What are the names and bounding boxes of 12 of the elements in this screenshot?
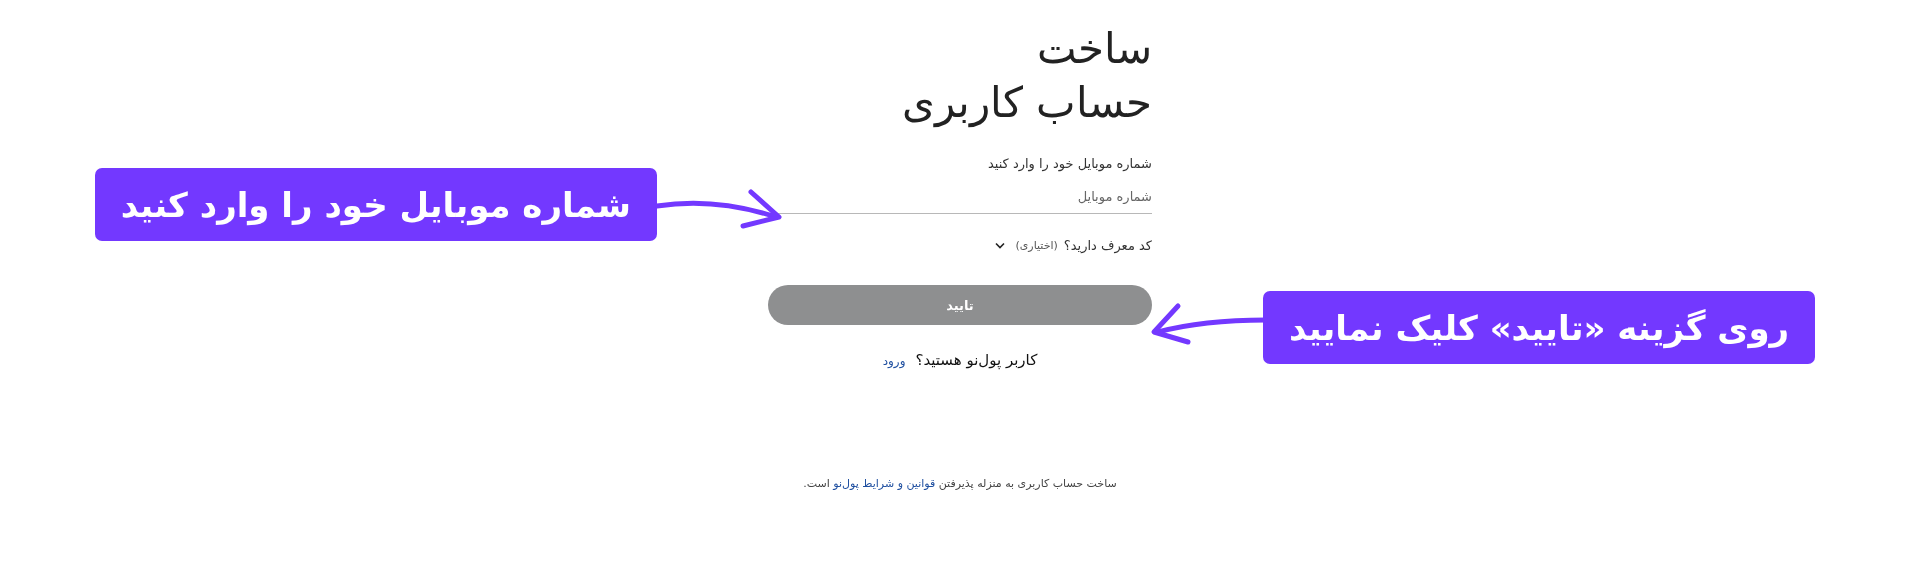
page-title: حساب کاربری [901,77,1152,130]
field-label: شماره موبایل خود را وارد کنید [987,156,1152,171]
terms-note: ساخت حساب کاربری به منزله پذیرفتن قوانین و شرایط پول‌نو است. [802,477,1118,490]
referral-toggle[interactable]: کد معرف دارید؟ (اختیاری) [995,236,1152,255]
terms-link[interactable]: قوانین و شرایط پول‌نو [833,477,936,490]
login-prompt: کاربر پول‌نو هستید؟ [915,351,1038,369]
page-title: ساخت [1037,23,1152,75]
phone-input-field[interactable]: شماره موبایل [768,179,1152,214]
login-link[interactable]: ورود [882,354,906,368]
annotation-callout: شماره موبایل خود را وارد کنید [94,168,657,241]
arrow-icon [655,186,785,230]
annotation-callout: روی گزینه «تایید» کلیک نمایید [1263,291,1816,364]
